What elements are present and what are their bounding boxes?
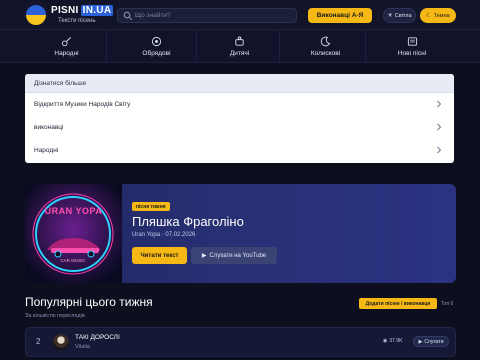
song-of-the-week-card: CAR MUSIC URAN YOPA пісня тижня Пляшка Ф… [25, 184, 456, 283]
learn-more-dropdown: Дізнатися більше Відкриття Музики Народі… [25, 74, 454, 163]
category-folk[interactable]: Народні [27, 30, 107, 63]
chevron-right-icon [437, 146, 442, 154]
dropdown-item-label: виконавці [34, 124, 64, 131]
moon-small-icon: ☾ [426, 13, 432, 19]
logo-domain: IN.UA [80, 5, 114, 16]
category-label: Колискові [310, 50, 341, 57]
dropdown-heading: Дізнатися більше [25, 74, 454, 93]
listen-label: Слухати [424, 338, 444, 345]
featured-song-title[interactable]: Пляшка Фраголіно [132, 214, 244, 229]
dark-theme-button[interactable]: ☾ Темна [420, 8, 456, 23]
light-theme-label: Світла [394, 12, 412, 19]
album-cover-art: CAR MUSIC [25, 184, 122, 283]
logo-tagline: Тексти пісень [58, 18, 96, 24]
sun-icon: ☀ [387, 13, 393, 19]
play-icon: ▶ [201, 253, 207, 259]
read-lyrics-button[interactable]: Читати текст [132, 247, 187, 264]
views-value: 37.9K [389, 338, 403, 344]
search-box[interactable] [117, 8, 297, 23]
category-children[interactable]: Дитячі [200, 30, 280, 63]
listen-button[interactable]: ▶ Слухати [413, 336, 449, 347]
ukraine-flag-logo[interactable] [26, 5, 46, 25]
chevron-right-icon [437, 123, 442, 131]
category-ritual[interactable]: Обрядові [117, 30, 197, 63]
artist-avatar [53, 334, 69, 350]
listen-youtube-button[interactable]: ▶ Слухати на YouTube [191, 247, 277, 264]
site-header: PISNIIN.UA Тексти пісень Виконавці А-Я ☀… [0, 0, 480, 30]
toy-icon [235, 36, 244, 46]
wreath-icon [151, 36, 162, 47]
album-cover-image[interactable]: CAR MUSIC URAN YOPA [25, 184, 122, 283]
views-count: ◉ 37.9K [383, 338, 402, 344]
featured-song-meta: Uran Yopa · 07.02.2026 [132, 232, 196, 238]
popular-song-row[interactable]: 2 ТАКІ ДОРОСЛІ Vitalia ◉ 37.9K ▶ Слухати [25, 327, 456, 357]
add-song-button[interactable]: Додати пісню / виконавця [359, 298, 437, 309]
eye-icon: ◉ [383, 338, 388, 344]
dropdown-item-folk[interactable]: Народні [25, 139, 454, 162]
svg-text:CAR MUSIC: CAR MUSIC [60, 258, 86, 263]
popular-section-title: Популярні цього тижня [25, 295, 153, 309]
popular-section-subtitle: За кількістю переглядів [25, 313, 85, 319]
category-new-songs[interactable]: Нові пісні [372, 30, 452, 63]
dark-theme-label: Темна [433, 12, 450, 19]
search-input[interactable] [135, 10, 290, 21]
logo-main: PISNI [51, 5, 79, 16]
category-nav: Народні Обрядові Дитячі Колискові Нові п… [0, 30, 480, 63]
dropdown-item-artists[interactable]: виконавці [25, 116, 454, 139]
dropdown-item-world-music[interactable]: Відкриття Музики Народів Світу [25, 93, 454, 116]
song-title[interactable]: ТАКІ ДОРОСЛІ [75, 334, 120, 341]
dropdown-item-label: Відкриття Музики Народів Світу [34, 101, 131, 108]
search-icon [123, 11, 133, 21]
site-logo[interactable]: PISNI IN.UA [51, 5, 114, 16]
category-label: Дитячі [229, 50, 250, 57]
song-rank: 2 [36, 337, 41, 346]
listen-youtube-label: Слухати на YouTube [209, 252, 267, 259]
song-of-week-badge: пісня тижня [132, 202, 170, 211]
category-label: Народні [54, 50, 79, 57]
guitar-icon [61, 37, 71, 47]
category-lullabies[interactable]: Колискові [286, 30, 366, 63]
category-label: Нові пісні [397, 50, 427, 57]
category-label: Обрядові [142, 50, 171, 57]
chevron-right-icon [437, 100, 442, 108]
dropdown-item-label: Народні [34, 147, 59, 154]
top-count-label: Топ 6 [441, 301, 454, 307]
artists-az-button[interactable]: Виконавці А-Я [308, 8, 372, 23]
moon-icon [320, 36, 331, 47]
song-artist[interactable]: Vitalia [75, 344, 90, 350]
light-theme-button[interactable]: ☀ Світла [383, 8, 416, 23]
play-icon: ▶ [418, 338, 423, 345]
newspaper-icon [407, 37, 417, 46]
album-cover-title: URAN YOPA [44, 206, 103, 216]
